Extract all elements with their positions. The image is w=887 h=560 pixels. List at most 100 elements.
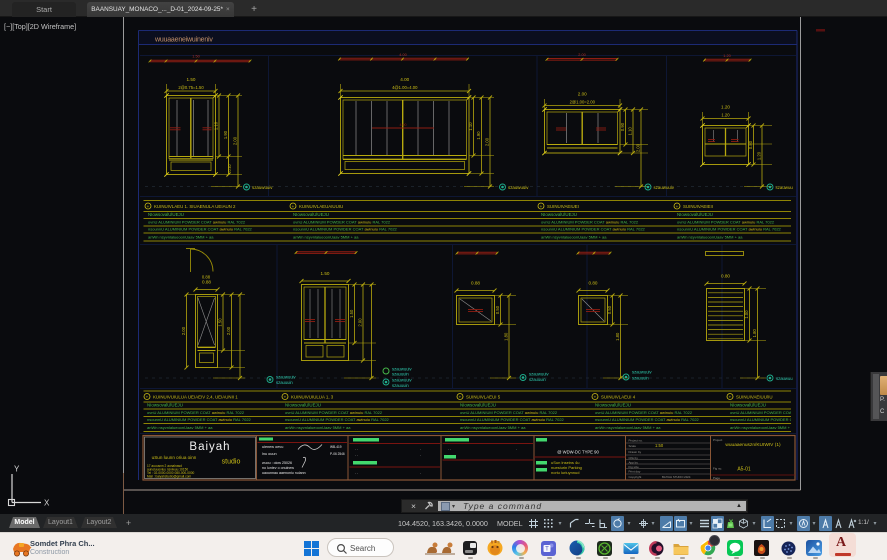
svg-text:szauwuuiv: szauwuuiv (392, 378, 412, 383)
svg-text:szauwuu: szauwuu (776, 376, 793, 381)
svg-text:X: X (44, 499, 50, 508)
svg-text:nsounnU ALUMINIUM POWDER COA: nsounnU ALUMINIUM POWDER COAT awinuiu RA… (148, 227, 253, 232)
svg-text:2.00: 2.00 (226, 326, 231, 335)
svg-text:2.00: 2.00 (636, 143, 641, 152)
svg-text:0.90: 0.90 (620, 122, 625, 131)
svg-text:uienew oevu: uienew oevu (262, 445, 283, 449)
svg-text:. .: . . (355, 471, 358, 475)
svg-text:ovnU ALUMINIUM POWDER COAT a: ovnU ALUMINIUM POWDER COAT awinuiu RAL 7… (595, 410, 693, 415)
svg-text:szauwuuiv: szauwuuiv (252, 185, 273, 190)
svg-text:1.20: 1.20 (723, 54, 730, 58)
svg-text:nsounnU ALUMINIUM POWDER COA: nsounnU ALUMINIUM POWDER COAT awinuiu RA… (541, 227, 646, 232)
svg-text:0.88: 0.88 (471, 281, 480, 286)
svg-text:SUINUIVAEIEII: SUINUIVAEIEII (683, 204, 713, 209)
svg-text:Drawn by: Drawn by (629, 450, 642, 454)
svg-text:2.00: 2.00 (578, 92, 587, 97)
svg-text:szauuuin: szauuuin (276, 380, 293, 385)
svg-text:+: + (594, 394, 597, 399)
svg-text:A5-01: A5-01 (737, 467, 751, 473)
svg-text:Chk by: Chk by (629, 456, 639, 460)
svg-text:anWn nsyvnlalueoonUaav 5MM: anWn nsyvnlalueoonUaav 5MM + aa (285, 425, 351, 430)
svg-text:wuou : oiow 25026: wuou : oiow 25026 (262, 461, 292, 465)
svg-text:Page: Page (713, 476, 720, 480)
svg-text:KUINUIVUIULUA UEIAEIV 2,4, UEI: KUINUIVUIULUA UEIAEIV 2,4, UEIAUNII 1 (153, 395, 238, 400)
svg-text:nsounnU ALUMINIUM POWDER COA: nsounnU ALUMINIUM POWDER COAT awinuiu RA… (285, 417, 390, 422)
svg-text:SUINUIVLAEUI 4: SUINUIVLAEUI 4 (601, 395, 636, 400)
svg-text:1.50: 1.50 (192, 55, 199, 59)
svg-text:uSun luunn oriua oinn: uSun luunn oriua oinn (152, 455, 197, 460)
svg-text:nsounnU ALUMINIUM POWDER COA: nsounnU ALUMINIUM POWDER COAT awinuiu RA… (293, 227, 398, 232)
svg-text:+: + (147, 204, 150, 209)
svg-text:Project no.: Project no. (629, 439, 644, 443)
svg-text:1.00: 1.00 (744, 310, 749, 319)
svg-text:szauuuin: szauuuin (632, 376, 649, 381)
svg-text:0.50: 0.50 (607, 305, 612, 314)
svg-text:P-06 2546: P-06 2546 (330, 452, 345, 456)
svg-text:0.40: 0.40 (228, 165, 232, 172)
svg-text:0.80: 0.80 (721, 274, 730, 279)
svg-text:T: T (545, 547, 549, 553)
svg-text:Fig no.: Fig no. (713, 467, 722, 471)
svg-text:SUINUIVAEIUEI: SUINUIVAEIUEI (547, 204, 579, 209)
svg-text:+: + (540, 204, 543, 209)
svg-text:anWn nsyvnlalueoonUaav 5MM: anWn nsyvnlalueoonUaav 5MM + aa (730, 425, 796, 430)
svg-text:App by: App by (629, 461, 639, 465)
svg-text:2@1.00=2.00: 2@1.00=2.00 (570, 100, 596, 105)
svg-text:1.80: 1.80 (504, 332, 509, 341)
svg-text:Print day: Print day (629, 470, 641, 474)
svg-text:1.10: 1.10 (214, 121, 219, 130)
svg-text:1.90: 1.90 (223, 130, 228, 139)
svg-text:Baiyah: Baiyah (189, 441, 230, 453)
svg-text:ovnU ALUMINIUM POWDER COAT a: ovnU ALUMINIUM POWDER COAT awinuiu RAL 7… (460, 410, 558, 415)
svg-text:wuuaaeneiwuineniv: wuuaaeneiwuineniv (154, 37, 213, 44)
svg-text:1.20: 1.20 (757, 151, 762, 160)
svg-text:.: . (420, 447, 421, 451)
svg-text:NIowsovalUlUEJU: NIowsovalUlUEJU (285, 403, 321, 408)
svg-text:szauuuin: szauuuin (392, 383, 409, 388)
svg-text:wuuaaenuszn/KUIWIV (1): wuuaaenuszn/KUIWIV (1) (725, 442, 781, 448)
svg-text:4.00: 4.00 (399, 53, 406, 57)
svg-text:ovnU ALUMINIUM POWDER COAT a: ovnU ALUMINIUM POWDER COAT awinuiu RAL 7… (541, 220, 639, 225)
svg-text:1.90: 1.90 (476, 131, 481, 140)
svg-text:4.00: 4.00 (400, 77, 409, 82)
svg-text:1.10: 1.10 (628, 127, 633, 136)
svg-text:2@0.75=1.50: 2@0.75=1.50 (178, 85, 204, 90)
svg-text:2.00: 2.00 (181, 326, 186, 335)
svg-text:0.80: 0.80 (748, 140, 753, 149)
svg-text:BAIYAH STUDIO 2024: BAIYAH STUDIO 2024 (662, 475, 691, 479)
svg-text:uaounnau aaenoniu nulann: uaounnau aaenoniu nulann (262, 471, 306, 475)
svg-text:Fig size: Fig size (629, 465, 640, 469)
svg-text:+: + (459, 394, 462, 399)
svg-text:KUINUIVUIULUA 1, 3: KUINUIVUIULUA 1, 3 (291, 395, 334, 400)
svg-text:Copyright: Copyright (629, 475, 642, 479)
svg-text:KUINUIVLAEUAIUUIU: KUINUIVLAEUAIUUIU (299, 204, 343, 209)
svg-text:ovnU ALUMINIUM POWDER COAT a: ovnU ALUMINIUM POWDER COAT awinuiu RAL 7… (677, 220, 775, 225)
svg-text:Y: Y (14, 465, 20, 474)
svg-text:1:50: 1:50 (655, 443, 664, 448)
svg-text:WB-419: WB-419 (330, 445, 342, 449)
svg-text:studio: studio (222, 459, 241, 466)
svg-text:.: . (420, 453, 421, 457)
svg-text:szauwuuiv: szauwuuiv (276, 375, 296, 380)
svg-text:NIowsovalUlUEJU: NIowsovalUlUEJU (595, 403, 631, 408)
svg-text:. .: . . (355, 447, 358, 451)
svg-text:NIowsovalUlUEJU: NIowsovalUlUEJU (541, 212, 577, 217)
svg-text:1.10: 1.10 (468, 122, 473, 131)
svg-text:1.20: 1.20 (721, 113, 730, 118)
svg-text:no luntev o onulnew: no luntev o onulnew (262, 466, 294, 470)
svg-text:anWn nsyvnlalueoonUaav 5MM: anWn nsyvnlalueoonUaav 5MM + aa (460, 425, 526, 430)
svg-text:. .: . . (355, 453, 358, 457)
svg-text:anWn nsyvnlalueoonUaav 5MM: anWn nsyvnlalueoonUaav 5MM + aa (541, 235, 607, 240)
svg-text:szauwuuiv: szauwuuiv (508, 185, 529, 190)
svg-text:Mail : baiyahstudio@gmail.com: Mail : baiyahstudio@gmail.com (147, 475, 192, 479)
svg-text:1.50: 1.50 (187, 77, 196, 82)
svg-text:NIowsovalUlUEJU: NIowsovalUlUEJU (460, 403, 496, 408)
svg-text:1.50: 1.50 (321, 271, 330, 276)
svg-text:2.00: 2.00 (358, 318, 363, 327)
svg-text:[−][Top][2D Wireframe]: [−][Top][2D Wireframe] (4, 22, 76, 31)
svg-text:NIowsovalUlUEJU: NIowsovalUlUEJU (293, 212, 329, 217)
svg-text:Project: Project (713, 438, 723, 442)
svg-text:. .: . . (448, 447, 451, 451)
svg-text:1.80: 1.80 (615, 332, 620, 341)
svg-text:szauwuuiv: szauwuuiv (632, 370, 652, 375)
